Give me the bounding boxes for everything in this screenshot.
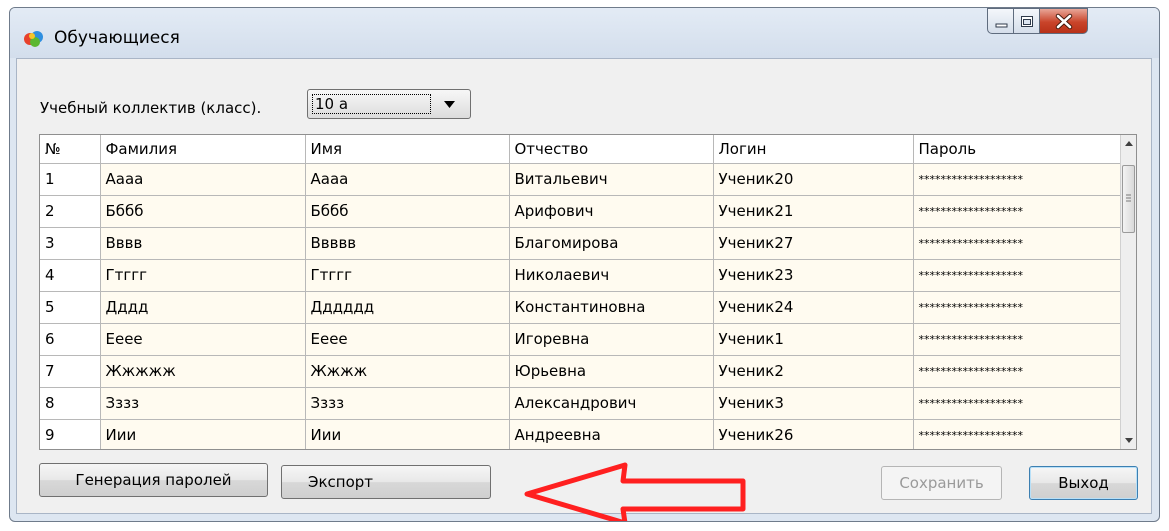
cell-login[interactable]: Ученик21 bbox=[713, 195, 914, 228]
colorful-globe-icon bbox=[24, 31, 43, 47]
cell-password[interactable]: ******************* bbox=[913, 355, 1121, 388]
cell-login[interactable]: Ученик27 bbox=[713, 227, 914, 260]
table-row[interactable]: 7 Жжжжж Жжжж Юрьевна Ученик2 ***********… bbox=[40, 355, 1121, 388]
window-title: Обучающиеся bbox=[54, 28, 180, 48]
cell-password[interactable]: ******************* bbox=[913, 227, 1121, 260]
table-row[interactable]: 6 Еeee Еeee Игоревна Ученик1 ***********… bbox=[40, 323, 1121, 356]
table-row[interactable]: 2 Бббб Бббб Арифович Ученик21 **********… bbox=[40, 195, 1121, 228]
cell-password[interactable]: ******************* bbox=[913, 163, 1121, 196]
cell-name[interactable]: Иии bbox=[305, 419, 510, 449]
column-header-name[interactable]: Имя bbox=[305, 135, 510, 164]
cell-name[interactable]: Дддддд bbox=[305, 291, 510, 324]
students-window: Обучающиеся Учебный коллектив (класс). 1… bbox=[9, 7, 1160, 522]
scroll-down-icon[interactable] bbox=[1121, 432, 1137, 449]
minimize-button[interactable] bbox=[987, 8, 1014, 34]
cell-surname[interactable]: Еeee bbox=[100, 323, 306, 356]
scroll-up-icon[interactable] bbox=[1121, 135, 1137, 152]
minimize-icon bbox=[995, 23, 1008, 28]
cell-name[interactable]: Зззз bbox=[305, 387, 510, 420]
vertical-scrollbar[interactable] bbox=[1120, 135, 1137, 449]
cell-password[interactable]: ******************* bbox=[913, 259, 1121, 292]
table-row[interactable]: 4 Гтггг Гтггг Николаевич Ученик23 ******… bbox=[40, 259, 1121, 292]
cell-password[interactable]: ******************* bbox=[913, 387, 1121, 420]
cell-name[interactable]: Еeee bbox=[305, 323, 510, 356]
save-button[interactable]: Сохранить bbox=[881, 466, 1002, 500]
maximize-icon bbox=[1021, 16, 1033, 27]
cell-password[interactable]: ******************* bbox=[913, 195, 1121, 228]
cell-login[interactable]: Ученик23 bbox=[713, 259, 914, 292]
cell-password[interactable]: ******************* bbox=[913, 291, 1121, 324]
cell-surname[interactable]: Иии bbox=[100, 419, 306, 449]
students-table[interactable]: № Фамилия Имя Отчество Логин Пароль 1 Аа… bbox=[39, 134, 1137, 450]
cell-surname[interactable]: Жжжжж bbox=[100, 355, 306, 388]
table-row[interactable]: 3 Вввв Ввввв Благомирова Ученик27 ******… bbox=[40, 227, 1121, 260]
cell-surname[interactable]: Зззз bbox=[100, 387, 306, 420]
cell-login[interactable]: Ученик20 bbox=[713, 163, 914, 196]
cell-number[interactable]: 5 bbox=[40, 291, 101, 324]
column-header-patronymic[interactable]: Отчество bbox=[509, 135, 714, 164]
cell-surname[interactable]: Дддд bbox=[100, 291, 306, 324]
red-arrow-annotation bbox=[524, 462, 746, 521]
grip-icon bbox=[1126, 194, 1131, 202]
maximize-button[interactable] bbox=[1014, 8, 1040, 34]
class-select[interactable]: 10 а bbox=[307, 89, 471, 119]
generate-passwords-button[interactable]: Генерация паролей bbox=[39, 463, 268, 497]
cell-login[interactable]: Ученик1 bbox=[713, 323, 914, 356]
cell-patronymic[interactable]: Витальевич bbox=[509, 163, 714, 196]
cell-password[interactable]: ******************* bbox=[913, 419, 1121, 449]
cell-patronymic[interactable]: Благомирова bbox=[509, 227, 714, 260]
cell-number[interactable]: 2 bbox=[40, 195, 101, 228]
cell-number[interactable]: 7 bbox=[40, 355, 101, 388]
table-header-row: № Фамилия Имя Отчество Логин Пароль bbox=[40, 135, 1121, 164]
cell-number[interactable]: 8 bbox=[40, 387, 101, 420]
table-row[interactable]: 9 Иии Иии Андреевна Ученик26 ***********… bbox=[40, 419, 1121, 449]
cell-patronymic[interactable]: Николаевич bbox=[509, 259, 714, 292]
cell-number[interactable]: 9 bbox=[40, 419, 101, 449]
class-select-value: 10 а bbox=[312, 94, 431, 114]
column-header-login[interactable]: Логин bbox=[713, 135, 914, 164]
table-row[interactable]: 5 Дддд Дддддд Константиновна Ученик24 **… bbox=[40, 291, 1121, 324]
exit-button[interactable]: Выход bbox=[1029, 466, 1138, 500]
column-header-number[interactable]: № bbox=[40, 135, 101, 164]
cell-number[interactable]: 4 bbox=[40, 259, 101, 292]
cell-number[interactable]: 6 bbox=[40, 323, 101, 356]
cell-login[interactable]: Ученик24 bbox=[713, 291, 914, 324]
dropdown-arrow-icon bbox=[444, 101, 455, 108]
export-button[interactable]: Экспорт bbox=[281, 465, 491, 499]
cell-login[interactable]: Ученик2 bbox=[713, 355, 914, 388]
cell-surname[interactable]: Гтггг bbox=[100, 259, 306, 292]
cell-patronymic[interactable]: Александрович bbox=[509, 387, 714, 420]
cell-patronymic[interactable]: Юрьевна bbox=[509, 355, 714, 388]
table-row[interactable]: 1 Аааа Аааа Витальевич Ученик20 ********… bbox=[40, 163, 1121, 196]
scrollbar-thumb[interactable] bbox=[1122, 165, 1135, 233]
cell-name[interactable]: Бббб bbox=[305, 195, 510, 228]
column-header-surname[interactable]: Фамилия bbox=[100, 135, 306, 164]
cell-name[interactable]: Гтггг bbox=[305, 259, 510, 292]
cell-password[interactable]: ******************* bbox=[913, 323, 1121, 356]
cell-name[interactable]: Ввввв bbox=[305, 227, 510, 260]
table-row[interactable]: 8 Зззз Зззз Александрович Ученик3 ******… bbox=[40, 387, 1121, 420]
cell-number[interactable]: 3 bbox=[40, 227, 101, 260]
cell-patronymic[interactable]: Игоревна bbox=[509, 323, 714, 356]
class-label: Учебный коллектив (класс). bbox=[40, 99, 262, 117]
close-button[interactable] bbox=[1040, 8, 1088, 34]
cell-patronymic[interactable]: Арифович bbox=[509, 195, 714, 228]
cell-name[interactable]: Аааа bbox=[305, 163, 510, 196]
cell-surname[interactable]: Аааа bbox=[100, 163, 306, 196]
cell-number[interactable]: 1 bbox=[40, 163, 101, 196]
cell-patronymic[interactable]: Андреевна bbox=[509, 419, 714, 449]
cell-patronymic[interactable]: Константиновна bbox=[509, 291, 714, 324]
cell-name[interactable]: Жжжж bbox=[305, 355, 510, 388]
cell-login[interactable]: Ученик3 bbox=[713, 387, 914, 420]
column-header-password[interactable]: Пароль bbox=[913, 135, 1121, 164]
cell-surname[interactable]: Вввв bbox=[100, 227, 306, 260]
cell-surname[interactable]: Бббб bbox=[100, 195, 306, 228]
title-bar[interactable]: Обучающиеся bbox=[10, 8, 1159, 58]
window-content: Учебный коллектив (класс). 10 а № Фамили… bbox=[16, 58, 1152, 521]
cell-login[interactable]: Ученик26 bbox=[713, 419, 914, 449]
close-icon bbox=[1055, 13, 1073, 30]
